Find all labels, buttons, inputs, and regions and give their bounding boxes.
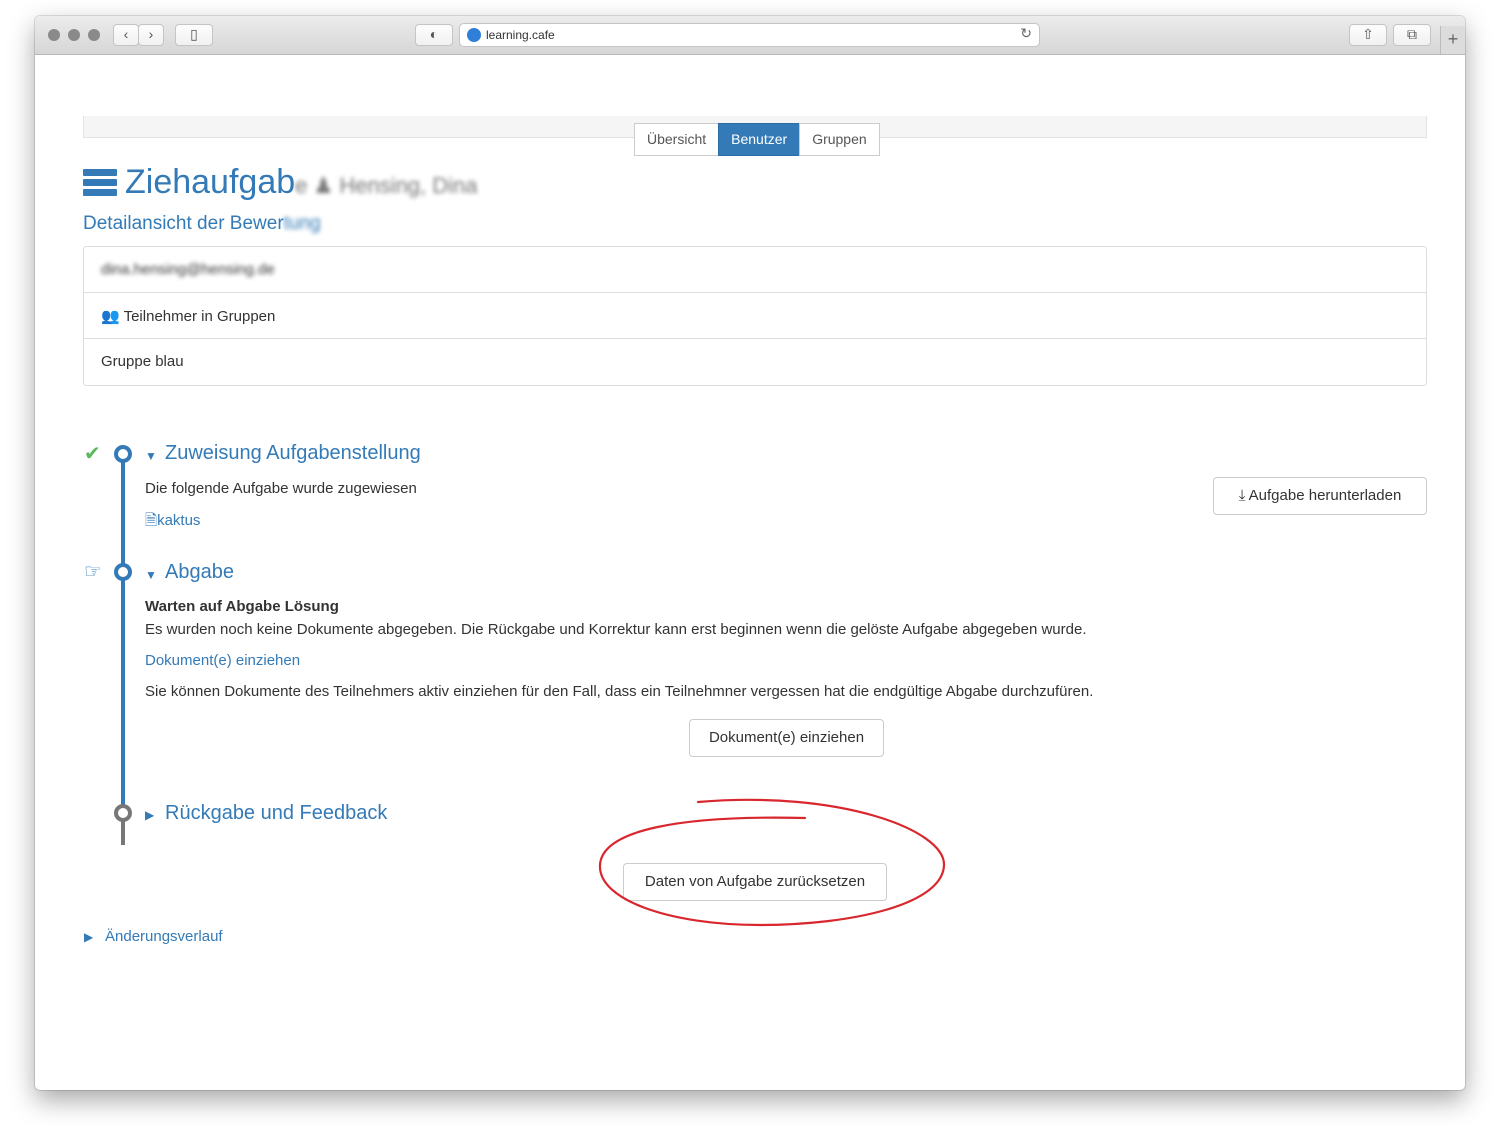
file-link-kaktus[interactable]: 🗎kaktus — [145, 510, 200, 535]
file-link-label: kaktus — [157, 512, 201, 529]
group-row: Gruppe blau — [84, 339, 1426, 385]
collect-documents-hint: Sie können Dokumente des Teilnehmers akt… — [145, 683, 1094, 700]
assignment-text: Die folgende Aufgabe wurde zugewiesen — [145, 480, 417, 497]
timeline-node-assignment — [114, 445, 132, 463]
close-window-button[interactable] — [48, 29, 60, 41]
forward-button[interactable]: › — [138, 24, 164, 46]
stage-title-assignment[interactable]: Zuweisung Aufgabenstellung — [165, 442, 421, 465]
tab-uebersicht[interactable]: Übersicht — [634, 123, 720, 156]
address-bar[interactable]: learning.cafe ↻ — [459, 23, 1040, 47]
view-tabs: Übersicht Benutzer Gruppen — [634, 123, 880, 156]
page-title-user-blurred: e ♟ Hensing, Dina — [295, 173, 478, 198]
tab-benutzer[interactable]: Benutzer — [718, 123, 801, 156]
collect-documents-button[interactable]: Dokument(e) einziehen — [689, 719, 884, 757]
sidebar-icon: ▯ — [190, 26, 198, 42]
share-icon: ⇧ — [1362, 26, 1374, 42]
hand-pointer-icon: ☞ — [84, 561, 102, 583]
caret-down-icon[interactable]: ▼ — [145, 568, 157, 582]
chevron-left-icon: ‹ — [123, 26, 129, 42]
submission-heading: Warten auf Abgabe Lösung — [145, 598, 339, 615]
stage-title-submission[interactable]: Abgabe — [165, 561, 234, 584]
group-heading: Teilnehmer in Gruppen — [123, 308, 276, 325]
show-tabs-button[interactable]: ⧉ — [1393, 24, 1431, 46]
timeline-node-feedback — [114, 804, 132, 822]
participant-email: dina.hensing@hensing.de — [101, 261, 275, 278]
reload-icon[interactable]: ↻ — [1020, 25, 1032, 42]
file-icon: 🗎 — [145, 512, 158, 529]
group-heading-row: 👥 Teilnehmer in Gruppen — [84, 293, 1426, 339]
check-icon: ✔ — [84, 443, 101, 465]
email-row: dina.hensing@hensing.de — [84, 247, 1426, 293]
sidebar-button[interactable]: ▯ — [175, 24, 213, 46]
reset-task-data-button[interactable]: Daten von Aufgabe zurücksetzen — [623, 863, 887, 901]
page-title: Ziehaufgabe ♟ Hensing, Dina — [125, 163, 478, 202]
page-subtitle-blurred: tung — [283, 213, 321, 234]
chevron-right-icon: › — [148, 26, 154, 42]
minimize-window-button[interactable] — [68, 29, 80, 41]
caret-right-icon[interactable]: ▶ — [84, 930, 93, 944]
download-task-label: Aufgabe herunterladen — [1248, 487, 1402, 504]
page-subtitle-text: Detailansicht der Bewer — [83, 213, 284, 234]
plus-icon: + — [1447, 29, 1459, 49]
page-content: Übersicht Benutzer Gruppen Ziehaufgabe ♟… — [35, 55, 1465, 1090]
timeline-line — [121, 447, 125, 807]
collect-documents-link[interactable]: Dokument(e) einziehen — [145, 652, 300, 669]
caret-down-icon[interactable]: ▼ — [145, 449, 157, 463]
submission-text: Es wurden noch keine Dokumente abgegeben… — [145, 621, 1087, 638]
privacy-button[interactable]: ◐ — [415, 24, 453, 46]
change-history-toggle[interactable]: Änderungsverlauf — [105, 928, 223, 945]
share-button[interactable]: ⇧ — [1349, 24, 1387, 46]
stage-title-feedback[interactable]: Rückgabe und Feedback — [165, 802, 387, 825]
browser-window: ‹ › ▯ ◐ learning.cafe ↻ ⇧ ⧉ + Übersicht — [35, 16, 1465, 1090]
users-icon: 👥 — [101, 308, 120, 325]
page-subtitle: Detailansicht der Bewertung — [83, 213, 321, 235]
participant-panel: dina.hensing@hensing.de 👥 Teilnehmer in … — [83, 246, 1427, 386]
zoom-window-button[interactable] — [88, 29, 100, 41]
group-name: Gruppe blau — [101, 353, 184, 370]
tab-gruppen[interactable]: Gruppen — [799, 123, 880, 156]
tabs-icon: ⧉ — [1407, 26, 1417, 42]
page-title-text: Ziehaufgab — [125, 163, 296, 201]
timeline-node-submission — [114, 563, 132, 581]
shield-icon: ◐ — [429, 26, 439, 42]
globe-icon — [467, 28, 481, 42]
back-button[interactable]: ‹ — [113, 24, 139, 46]
download-task-button[interactable]: ⤓ Aufgabe herunterladen — [1213, 477, 1427, 515]
new-tab-button[interactable]: + — [1440, 26, 1465, 54]
task-list-icon — [83, 169, 117, 197]
caret-right-icon[interactable]: ▶ — [145, 808, 154, 822]
browser-toolbar: ‹ › ▯ ◐ learning.cafe ↻ ⇧ ⧉ + — [35, 16, 1465, 55]
url-text: learning.cafe — [486, 28, 555, 42]
download-icon: ⤓ — [1238, 487, 1246, 504]
